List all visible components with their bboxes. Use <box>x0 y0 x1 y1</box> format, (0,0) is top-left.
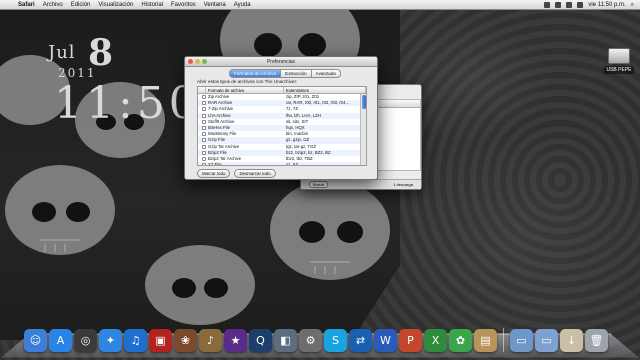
finder-icon[interactable]: ☺ <box>24 329 47 352</box>
close-window-icon[interactable] <box>188 59 193 64</box>
menu-ayuda[interactable]: Ayuda <box>230 0 255 10</box>
clock-month: Jul <box>48 42 76 63</box>
column-checkbox[interactable] <box>198 87 206 93</box>
preferences-tabs: Formatos de Archivo Extracción Avanzado <box>229 69 341 78</box>
dock: ☺ A ◎ ✦ ♫ ▣ ❀ ♪ ★ Q ◧ ⚙ S ⇄ W P X ✿ ▤ ▭ ▭ ↓ 🗑 <box>24 322 616 352</box>
menubar-status-area: vie 11:50 p.m. ⌕ <box>544 0 640 10</box>
bluetooth-icon[interactable] <box>544 1 551 8</box>
dashboard-icon[interactable]: ◎ <box>74 329 97 352</box>
documents-folder-icon[interactable]: ▭ <box>535 329 558 352</box>
window-title: Preferencias <box>266 59 296 65</box>
menu-archivo[interactable]: Archivo <box>39 0 67 10</box>
word-icon[interactable]: W <box>374 329 397 352</box>
scrollbar-thumb[interactable] <box>362 95 366 109</box>
tab-avanzado[interactable]: Avanzado <box>311 69 341 78</box>
select-all-button[interactable]: Marcar todo <box>197 169 231 178</box>
table-header: Formato de archivo Extensiones <box>198 87 366 94</box>
menubar-clock[interactable]: vie 11:50 p.m. <box>588 0 625 10</box>
skype-icon[interactable]: S <box>324 329 347 352</box>
downloads-stack-icon[interactable]: ↓ <box>560 329 583 352</box>
messenger-icon[interactable]: ✿ <box>449 329 472 352</box>
clear-button[interactable]: Borrar <box>309 181 329 188</box>
deselect-all-button[interactable]: Desmarcar todo <box>234 169 276 178</box>
excel-icon[interactable]: X <box>424 329 447 352</box>
tab-extraccion[interactable]: Extracción <box>281 69 312 78</box>
teamviewer-icon[interactable]: ⇄ <box>349 329 372 352</box>
menu-historial[interactable]: Historial <box>137 0 167 10</box>
system-preferences-icon[interactable]: ⚙ <box>299 329 322 352</box>
row-extensions: xz, XZ <box>286 162 299 166</box>
formats-table: Formato de archivo Extensiones Zip Archi… <box>197 86 367 166</box>
column-format[interactable]: Formato de archivo <box>206 87 284 93</box>
zoom-window-icon[interactable] <box>202 59 207 64</box>
column-extensions[interactable]: Extensiones <box>284 87 366 93</box>
spotlight-icon[interactable]: ⌕ <box>631 0 634 10</box>
menu-ventana[interactable]: Ventana <box>200 0 230 10</box>
menu-favoritos[interactable]: Favoritos <box>167 0 200 10</box>
menu-bar: Safari Archivo Edición Visualización His… <box>0 0 640 10</box>
unarchiver-icon[interactable]: ▤ <box>474 329 497 352</box>
preferences-titlebar[interactable]: Preferencias <box>185 57 377 67</box>
menu-safari[interactable]: Safari <box>14 0 39 10</box>
garageband-icon[interactable]: ♪ <box>199 329 222 352</box>
app-store-icon[interactable]: A <box>49 329 72 352</box>
desktop-usb-drive[interactable]: USB PEPE <box>604 48 634 74</box>
iphoto-icon[interactable]: ❀ <box>174 329 197 352</box>
powerpoint-icon[interactable]: P <box>399 329 422 352</box>
photo-booth-icon[interactable]: ▣ <box>149 329 172 352</box>
row-format: XZ File <box>208 162 222 166</box>
usb-drive-label: USB PEPE <box>604 66 634 74</box>
table-body: Zip Archive zip, ZIP, z01, Z01 RAR Archive… <box>198 94 366 166</box>
imovie-icon[interactable]: ★ <box>224 329 247 352</box>
safari-icon[interactable]: ✦ <box>99 329 122 352</box>
row-checkbox-cell <box>198 162 206 165</box>
minimize-window-icon[interactable] <box>195 59 200 64</box>
window-controls <box>188 59 207 64</box>
table-prompt: Abrir estos tipos de archivos con The Un… <box>197 79 298 84</box>
volume-icon[interactable] <box>566 1 573 8</box>
applications-folder-icon[interactable]: ▭ <box>510 329 533 352</box>
itunes-icon[interactable]: ♫ <box>124 329 147 352</box>
table-scrollbar[interactable] <box>360 94 366 165</box>
background-window-statusbar: Borrar 1 descarga <box>301 179 421 189</box>
dock-separator <box>503 328 504 352</box>
clock-time: 11:50 <box>54 78 201 129</box>
wifi-icon[interactable] <box>555 1 562 8</box>
preferences-window: Preferencias Formatos de Archivo Extracc… <box>184 56 378 180</box>
trash-icon[interactable]: 🗑 <box>585 329 608 352</box>
preferences-footer: Marcar todo Desmarcar todo <box>197 169 276 178</box>
table-row[interactable]: XZ File xz, XZ <box>198 162 366 166</box>
menu-visualizacion[interactable]: Visualización <box>94 0 137 10</box>
quicktime-icon[interactable]: Q <box>249 329 272 352</box>
battery-icon[interactable] <box>577 1 584 8</box>
menu-edicion[interactable]: Edición <box>67 0 95 10</box>
download-count: 1 descarga <box>393 182 413 187</box>
preview-icon[interactable]: ◧ <box>274 329 297 352</box>
tab-formatos[interactable]: Formatos de Archivo <box>229 69 282 78</box>
usb-drive-icon <box>608 48 630 64</box>
